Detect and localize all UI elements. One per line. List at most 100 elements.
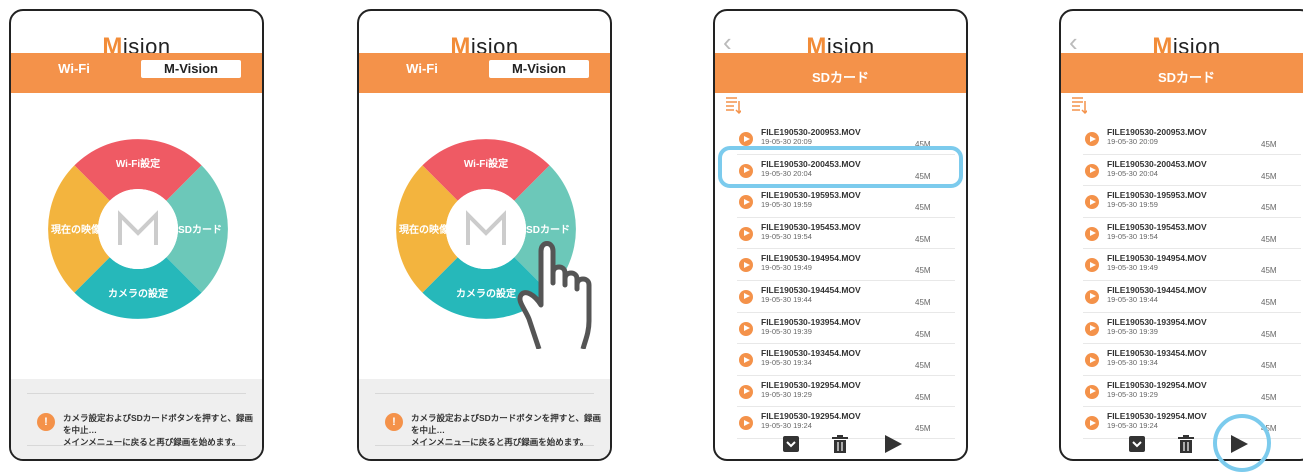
tab-mvision[interactable]: M-Vision — [141, 60, 241, 78]
file-name: FILE190530-194954.MOV — [1107, 253, 1207, 264]
file-name: FILE190530-195453.MOV — [761, 221, 861, 232]
sd-title: SDカード — [811, 70, 870, 85]
file-row[interactable]: FILE190530-200453.MOV 19-05-30 20:04 45M — [1083, 155, 1301, 187]
play-circle-icon[interactable] — [739, 132, 753, 146]
file-size: 45M — [915, 234, 931, 244]
file-size: 45M — [915, 203, 931, 213]
play-circle-icon[interactable] — [1085, 353, 1099, 368]
play-circle-icon[interactable] — [739, 226, 753, 241]
download-icon[interactable] — [782, 435, 800, 453]
warning-text: カメラ設定およびSDカードボタンを押すと、録画を中止… メインメニューに戻ると再… — [63, 413, 253, 447]
file-name: FILE190530-193454.MOV — [761, 348, 861, 359]
play-circle-icon[interactable] — [739, 195, 753, 210]
file-row[interactable]: FILE190530-193454.MOV 19-05-30 19:34 45M — [1083, 344, 1301, 376]
play-circle-icon[interactable] — [1085, 416, 1099, 431]
file-size: 45M — [1261, 297, 1277, 307]
tab-mvision[interactable]: M-Vision — [489, 60, 589, 78]
file-name: FILE190530-195953.MOV — [761, 190, 861, 201]
file-date: 19-05-30 19:24 — [761, 421, 812, 431]
play-circle-icon[interactable] — [1085, 226, 1099, 241]
file-row[interactable]: FILE190530-195953.MOV 19-05-30 19:59 45M — [1083, 186, 1301, 218]
play-circle-icon[interactable] — [1085, 132, 1099, 146]
play-circle-icon[interactable] — [1085, 163, 1099, 178]
file-row[interactable]: FILE190530-193454.MOV 19-05-30 19:34 45M — [737, 344, 955, 376]
file-date: 19-05-30 19:44 — [1107, 294, 1158, 304]
file-row[interactable]: FILE190530-194454.MOV 19-05-30 19:44 45M — [737, 281, 955, 313]
file-name: FILE190530-194954.MOV — [761, 253, 861, 264]
live-view-label: 現在の映像 — [399, 223, 450, 236]
file-size: 45M — [915, 329, 931, 339]
play-circle-icon[interactable] — [739, 384, 753, 399]
tab-wifi[interactable]: Wi-Fi — [11, 61, 137, 76]
trash-icon[interactable] — [1176, 434, 1196, 454]
file-date: 19-05-30 19:59 — [761, 200, 812, 210]
file-row[interactable]: FILE190530-195953.MOV 19-05-30 19:59 45M — [737, 186, 955, 218]
file-name: FILE190530-200453.MOV — [1107, 158, 1207, 169]
warning-panel: ! カメラ設定およびSDカードボタンを押すと、録画を中止… メインメニューに戻る… — [359, 379, 610, 459]
play-circle-icon[interactable] — [1085, 258, 1099, 273]
play-circle-icon[interactable] — [739, 289, 753, 304]
play-circle-icon[interactable] — [1085, 195, 1099, 210]
live-view-label: 現在の映像 — [51, 223, 102, 236]
file-date: 19-05-30 19:49 — [761, 263, 812, 273]
file-row[interactable]: FILE190530-192954.MOV 19-05-30 19:29 45M — [737, 376, 955, 408]
sd-card-label: SDカード — [526, 224, 570, 236]
sd-title: SDカード — [1157, 70, 1216, 85]
sort-icon[interactable] — [725, 95, 741, 115]
file-size: 45M — [1261, 203, 1277, 213]
camera-settings-label: カメラの設定 — [108, 287, 168, 300]
file-date: 19-05-30 19:54 — [1107, 231, 1158, 241]
file-row[interactable]: FILE190530-194954.MOV 19-05-30 19:49 45M — [1083, 249, 1301, 281]
play-button-highlight — [1213, 414, 1271, 472]
sd-card-label: SDカード — [178, 224, 222, 236]
file-row[interactable]: FILE190530-192954.MOV 19-05-30 19:29 45M — [1083, 376, 1301, 408]
file-date: 19-05-30 19:34 — [761, 358, 812, 368]
file-date: 19-05-30 19:29 — [761, 389, 812, 399]
file-size: 45M — [915, 266, 931, 276]
play-circle-icon[interactable] — [1085, 321, 1099, 336]
download-icon[interactable] — [1128, 435, 1146, 453]
top-tab-bar: Wi-Fi M-Vision — [359, 53, 610, 93]
file-date: 19-05-30 19:39 — [1107, 326, 1158, 336]
file-name: FILE190530-192954.MOV — [1107, 379, 1207, 390]
main-menu-wheel: Wi-Fi設定 SDカード カメラの設定 現在の映像 — [48, 139, 228, 319]
file-row[interactable]: FILE190530-193954.MOV 19-05-30 19:39 45M — [737, 313, 955, 345]
file-size: 45M — [1261, 361, 1277, 371]
file-size: 45M — [1261, 234, 1277, 244]
hand-pointer-icon — [517, 241, 592, 349]
file-list: FILE190530-200953.MOV 19-05-30 20:09 45M FI… — [1083, 123, 1301, 439]
play-circle-icon[interactable] — [739, 321, 753, 336]
play-icon[interactable] — [883, 434, 903, 454]
file-row[interactable]: FILE190530-193954.MOV 19-05-30 19:39 45M — [1083, 313, 1301, 345]
play-circle-icon[interactable] — [739, 353, 753, 368]
file-size: 45M — [1261, 392, 1277, 402]
file-date: 19-05-30 19:34 — [1107, 358, 1158, 368]
file-date: 19-05-30 19:29 — [1107, 389, 1158, 399]
phone-sd-list: ‹ Mision SDカード FILE190530-200953.MOV 19-0… — [713, 9, 968, 461]
file-name: FILE190530-194454.MOV — [1107, 284, 1207, 295]
file-name: FILE190530-192954.MOV — [761, 411, 861, 422]
sort-icon[interactable] — [1071, 95, 1087, 115]
play-circle-icon[interactable] — [1085, 289, 1099, 304]
file-date: 19-05-30 19:54 — [761, 231, 812, 241]
phone-home-tap: Mision Wi-Fi M-Vision Wi-Fi設定 SDカード カメラの… — [357, 9, 612, 461]
file-row[interactable]: FILE190530-195453.MOV 19-05-30 19:54 45M — [1083, 218, 1301, 250]
warning-text: カメラ設定およびSDカードボタンを押すと、録画を中止… メインメニューに戻ると再… — [411, 413, 601, 447]
play-circle-icon[interactable] — [739, 416, 753, 431]
file-date: 19-05-30 19:24 — [1107, 421, 1158, 431]
play-circle-icon[interactable] — [1085, 384, 1099, 399]
file-row[interactable]: FILE190530-194954.MOV 19-05-30 19:49 45M — [737, 249, 955, 281]
file-name: FILE190530-194454.MOV — [761, 284, 861, 295]
file-row[interactable]: FILE190530-194454.MOV 19-05-30 19:44 45M — [1083, 281, 1301, 313]
file-name: FILE190530-193954.MOV — [761, 316, 861, 327]
play-circle-icon[interactable] — [739, 258, 753, 273]
file-row[interactable]: FILE190530-195453.MOV 19-05-30 19:54 45M — [737, 218, 955, 250]
sd-title-bar: SDカード — [715, 53, 966, 93]
trash-icon[interactable] — [830, 434, 850, 454]
wifi-settings-label: Wi-Fi設定 — [116, 157, 160, 170]
tab-wifi[interactable]: Wi-Fi — [359, 61, 485, 76]
file-name: FILE190530-193454.MOV — [1107, 348, 1207, 359]
file-date: 19-05-30 19:44 — [761, 294, 812, 304]
file-row[interactable]: FILE190530-200953.MOV 19-05-30 20:09 45M — [1083, 123, 1301, 155]
file-name: FILE190530-200953.MOV — [1107, 127, 1207, 137]
